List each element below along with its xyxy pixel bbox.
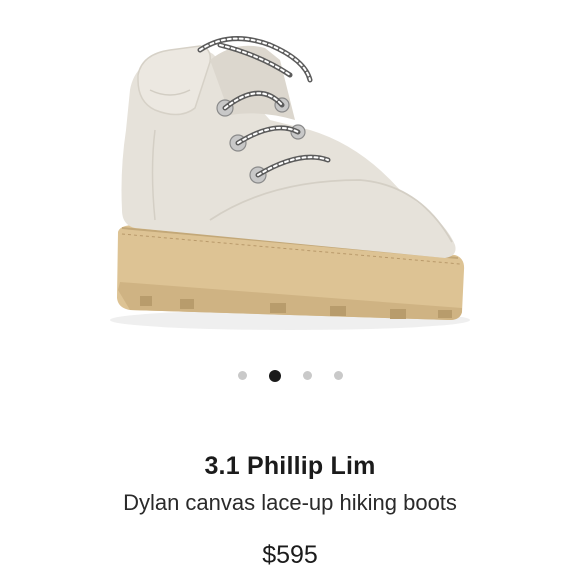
product-price: $595: [262, 541, 318, 569]
hiking-boot-illustration: [110, 36, 470, 330]
carousel-dot-2-active[interactable]: [268, 369, 281, 382]
product-page: 3.1 Phillip Lim Dylan canvas lace-up hik…: [0, 0, 580, 580]
carousel-indicator: [0, 369, 580, 382]
carousel-dot-1[interactable]: [237, 371, 247, 380]
carousel-dot-4[interactable]: [333, 371, 343, 380]
product-brand[interactable]: 3.1 Phillip Lim: [0, 452, 580, 481]
carousel-dot-3[interactable]: [302, 371, 312, 380]
product-name: Dylan canvas lace-up hiking boots: [123, 490, 457, 515]
product-image[interactable]: [60, 20, 520, 340]
